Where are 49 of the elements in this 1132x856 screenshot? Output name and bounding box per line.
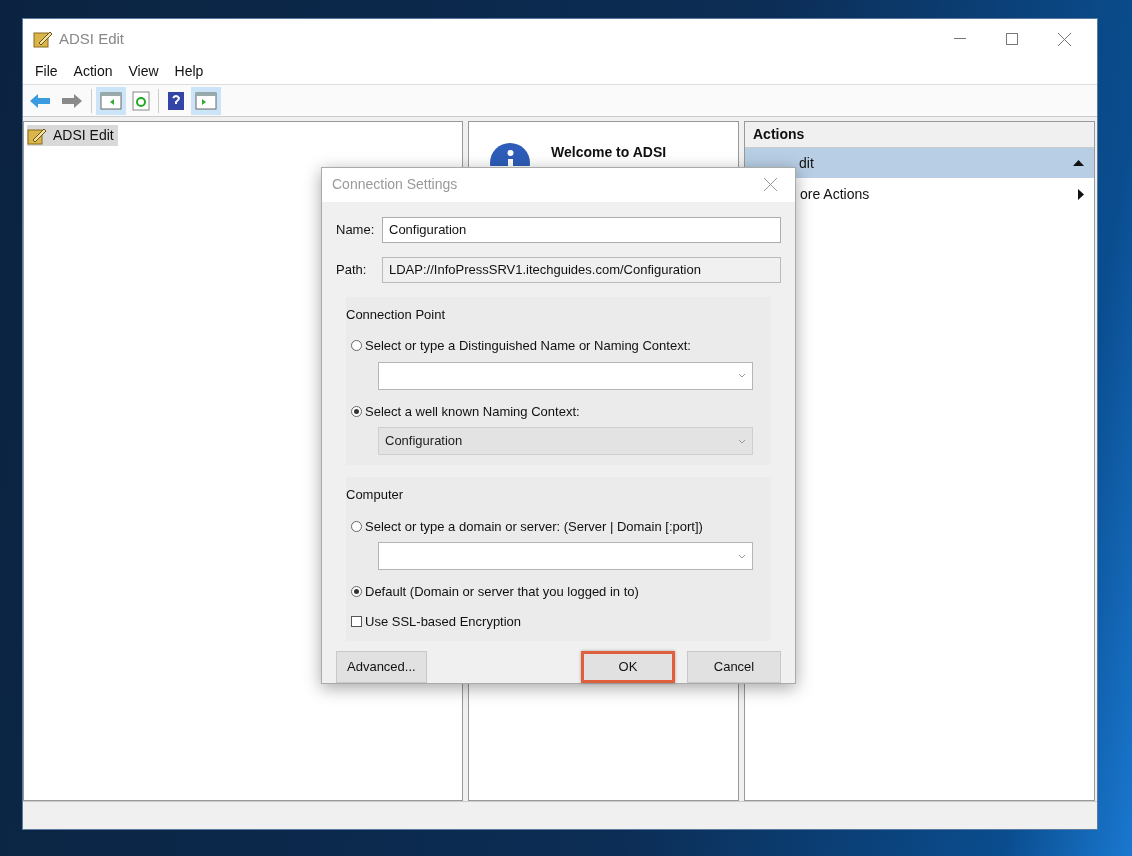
- tree-item[interactable]: ADSI Edit: [27, 125, 118, 146]
- path-field[interactable]: LDAP://InfoPressSRV1.itechguides.com/Configuration: [382, 256, 781, 283]
- checkbox[interactable]: [351, 615, 362, 627]
- combo-box[interactable]: [378, 361, 753, 390]
- menu-item[interactable]: View: [120, 61, 167, 82]
- field-label: Name:: [336, 220, 376, 239]
- close-icon: [763, 178, 777, 192]
- dialog-button[interactable]: OK: [581, 651, 675, 683]
- name-field[interactable]: Configuration: [382, 216, 781, 243]
- dropdown-caret-icon: [738, 553, 746, 559]
- radio-button[interactable]: [351, 405, 362, 417]
- checkbox-label: Use SSL-based Encryption: [365, 612, 522, 631]
- submenu-arrow-icon: [1078, 188, 1084, 200]
- info-icon: [489, 142, 531, 166]
- notepad-pencil-icon: [27, 126, 47, 145]
- radio-button[interactable]: [351, 340, 362, 352]
- menu-item[interactable]: File: [27, 61, 66, 82]
- radio-button[interactable]: [351, 520, 362, 532]
- radio-label: Select or type a domain or server: (Server | Domain [:port]): [365, 517, 703, 536]
- dialog-button[interactable]: Cancel: [687, 651, 781, 683]
- window-title: ADSI Edit: [59, 28, 125, 49]
- back-arrow-icon: [29, 92, 51, 109]
- pane-toggle-icon: [195, 91, 217, 110]
- actions-header: Actions: [745, 122, 1094, 148]
- radio-label: Select a well known Naming Context:: [365, 402, 580, 421]
- menu-item[interactable]: Help: [166, 61, 212, 82]
- help-book-icon: [167, 90, 185, 111]
- combo-box[interactable]: [378, 542, 753, 570]
- collapse-caret-icon: [1073, 160, 1084, 166]
- radio-label: Default (Domain or server that you logged in to): [365, 583, 639, 601]
- notepad-pencil-icon: [33, 30, 53, 48]
- dropdown-caret-icon: [738, 438, 746, 444]
- pane-toggle-icon: [100, 91, 122, 110]
- radio-button[interactable]: [351, 586, 362, 598]
- welcome-title: Welcome to ADSI: [551, 143, 667, 162]
- dropdown-caret-icon: [738, 373, 746, 378]
- actions-section[interactable]: dit: [745, 148, 1094, 178]
- dialog-title: Connection Settings: [332, 175, 458, 195]
- action-item[interactable]: ore Actions: [745, 178, 1094, 210]
- field-label: Path:: [336, 260, 368, 279]
- close-icon: [1057, 32, 1071, 46]
- minimize-icon: [954, 38, 966, 40]
- radio-label: Select or type a Distinguished Name or Naming Context:: [365, 337, 691, 355]
- group-title: Connection Point: [346, 305, 446, 324]
- group-title: Computer: [346, 486, 405, 504]
- maximize-icon: [1006, 33, 1018, 45]
- dialog-button[interactable]: Advanced...: [336, 651, 427, 683]
- forward-arrow-icon: [61, 92, 83, 109]
- menu-item[interactable]: Action: [65, 61, 121, 82]
